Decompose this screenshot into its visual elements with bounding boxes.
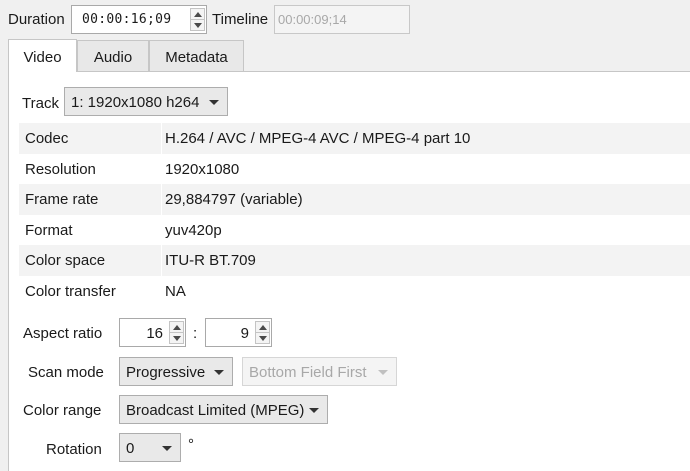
- chevron-up-icon: [193, 11, 202, 17]
- spin-up-button[interactable]: [256, 322, 269, 333]
- aspect-numerator-field[interactable]: 16: [119, 318, 186, 347]
- tab-metadata[interactable]: Metadata: [149, 40, 244, 72]
- duration-spinner[interactable]: [190, 8, 205, 31]
- degree-unit: °: [188, 436, 194, 453]
- property-row: Color transfer NA: [19, 276, 690, 307]
- tab-bar: Video Audio Metadata: [0, 39, 690, 72]
- property-key: Frame rate: [25, 191, 99, 208]
- properties-table: Codec H.264 / AVC / MPEG-4 AVC / MPEG-4 …: [19, 123, 690, 306]
- timeline-value: 00:00:09;14: [278, 12, 347, 27]
- timeline-field: 00:00:09;14: [274, 5, 410, 34]
- chevron-down-icon: [309, 408, 319, 413]
- property-value: ITU-R BT.709: [165, 252, 256, 269]
- duration-value: 00:00:16;09: [82, 12, 172, 27]
- property-key: Codec: [25, 130, 69, 147]
- aspect-denominator-spinner[interactable]: [255, 321, 270, 344]
- aspect-ratio-label: Aspect ratio: [23, 325, 103, 342]
- rotation-label: Rotation: [46, 441, 102, 458]
- field-order-value: Bottom Field First: [249, 364, 367, 381]
- spin-down-button[interactable]: [170, 333, 183, 344]
- aspect-denominator-field[interactable]: 9: [205, 318, 272, 347]
- property-value: 1920x1080: [165, 160, 240, 178]
- spin-up-button[interactable]: [170, 322, 183, 333]
- color-range-select[interactable]: Broadcast Limited (MPEG): [119, 395, 328, 424]
- property-value: NA: [165, 282, 186, 300]
- timeline-label: Timeline: [212, 11, 269, 28]
- chevron-down-icon: [172, 336, 181, 341]
- property-row: Frame rate 29,884797 (variable): [19, 184, 690, 215]
- chevron-down-icon: [209, 100, 219, 105]
- track-select-value: 1: 1920x1080 h264: [71, 94, 200, 111]
- scan-mode-label: Scan mode: [28, 364, 104, 381]
- chevron-down-icon: [162, 446, 172, 451]
- property-key: Resolution: [25, 160, 96, 178]
- property-row: Resolution 1920x1080: [19, 154, 690, 185]
- video-properties-window: Duration 00:00:16;09 Timeline 00:00:09;1…: [0, 0, 690, 471]
- scan-mode-value: Progressive: [126, 364, 206, 381]
- video-tab-panel: Track 1: 1920x1080 h264 Codec H.264 / AV…: [8, 71, 690, 471]
- chevron-down-icon: [193, 23, 202, 28]
- spin-down-button[interactable]: [256, 333, 269, 344]
- track-select[interactable]: 1: 1920x1080 h264: [64, 87, 228, 116]
- spin-up-button[interactable]: [191, 9, 204, 20]
- field-order-select: Bottom Field First: [242, 357, 397, 386]
- duration-field[interactable]: 00:00:16;09: [71, 5, 207, 34]
- spin-down-button[interactable]: [191, 20, 204, 31]
- tab-metadata-label: Metadata: [165, 49, 228, 66]
- aspect-denominator-value: 9: [240, 325, 249, 342]
- property-row: Codec H.264 / AVC / MPEG-4 AVC / MPEG-4 …: [19, 123, 690, 154]
- property-key: Color space: [25, 252, 106, 269]
- aspect-numerator-spinner[interactable]: [169, 321, 184, 344]
- color-range-value: Broadcast Limited (MPEG): [126, 402, 305, 419]
- chevron-down-icon: [378, 370, 388, 375]
- property-row: Color space ITU-R BT.709: [19, 245, 690, 276]
- scan-mode-select[interactable]: Progressive: [119, 357, 233, 386]
- property-key: Color transfer: [25, 282, 116, 300]
- tab-audio[interactable]: Audio: [77, 40, 149, 72]
- property-key: Format: [25, 221, 73, 239]
- chevron-up-icon: [258, 324, 267, 330]
- rotation-value: 0: [126, 440, 135, 457]
- rotation-select[interactable]: 0: [119, 433, 181, 462]
- chevron-down-icon: [214, 370, 224, 375]
- aspect-separator: :: [193, 325, 198, 342]
- property-row: Format yuv420p: [19, 215, 690, 246]
- property-value: yuv420p: [165, 221, 222, 239]
- duration-label: Duration: [8, 11, 65, 28]
- chevron-down-icon: [258, 336, 267, 341]
- property-value: H.264 / AVC / MPEG-4 AVC / MPEG-4 part 1…: [165, 130, 471, 147]
- color-range-label: Color range: [23, 402, 102, 419]
- track-label: Track: [22, 95, 59, 112]
- timecode-row: Duration 00:00:16;09 Timeline 00:00:09;1…: [0, 0, 690, 38]
- tab-video[interactable]: Video: [8, 39, 77, 72]
- tab-audio-label: Audio: [93, 49, 133, 66]
- property-value: 29,884797 (variable): [165, 191, 303, 208]
- tab-video-label: Video: [23, 49, 62, 66]
- aspect-numerator-value: 16: [146, 325, 163, 342]
- chevron-up-icon: [172, 324, 181, 330]
